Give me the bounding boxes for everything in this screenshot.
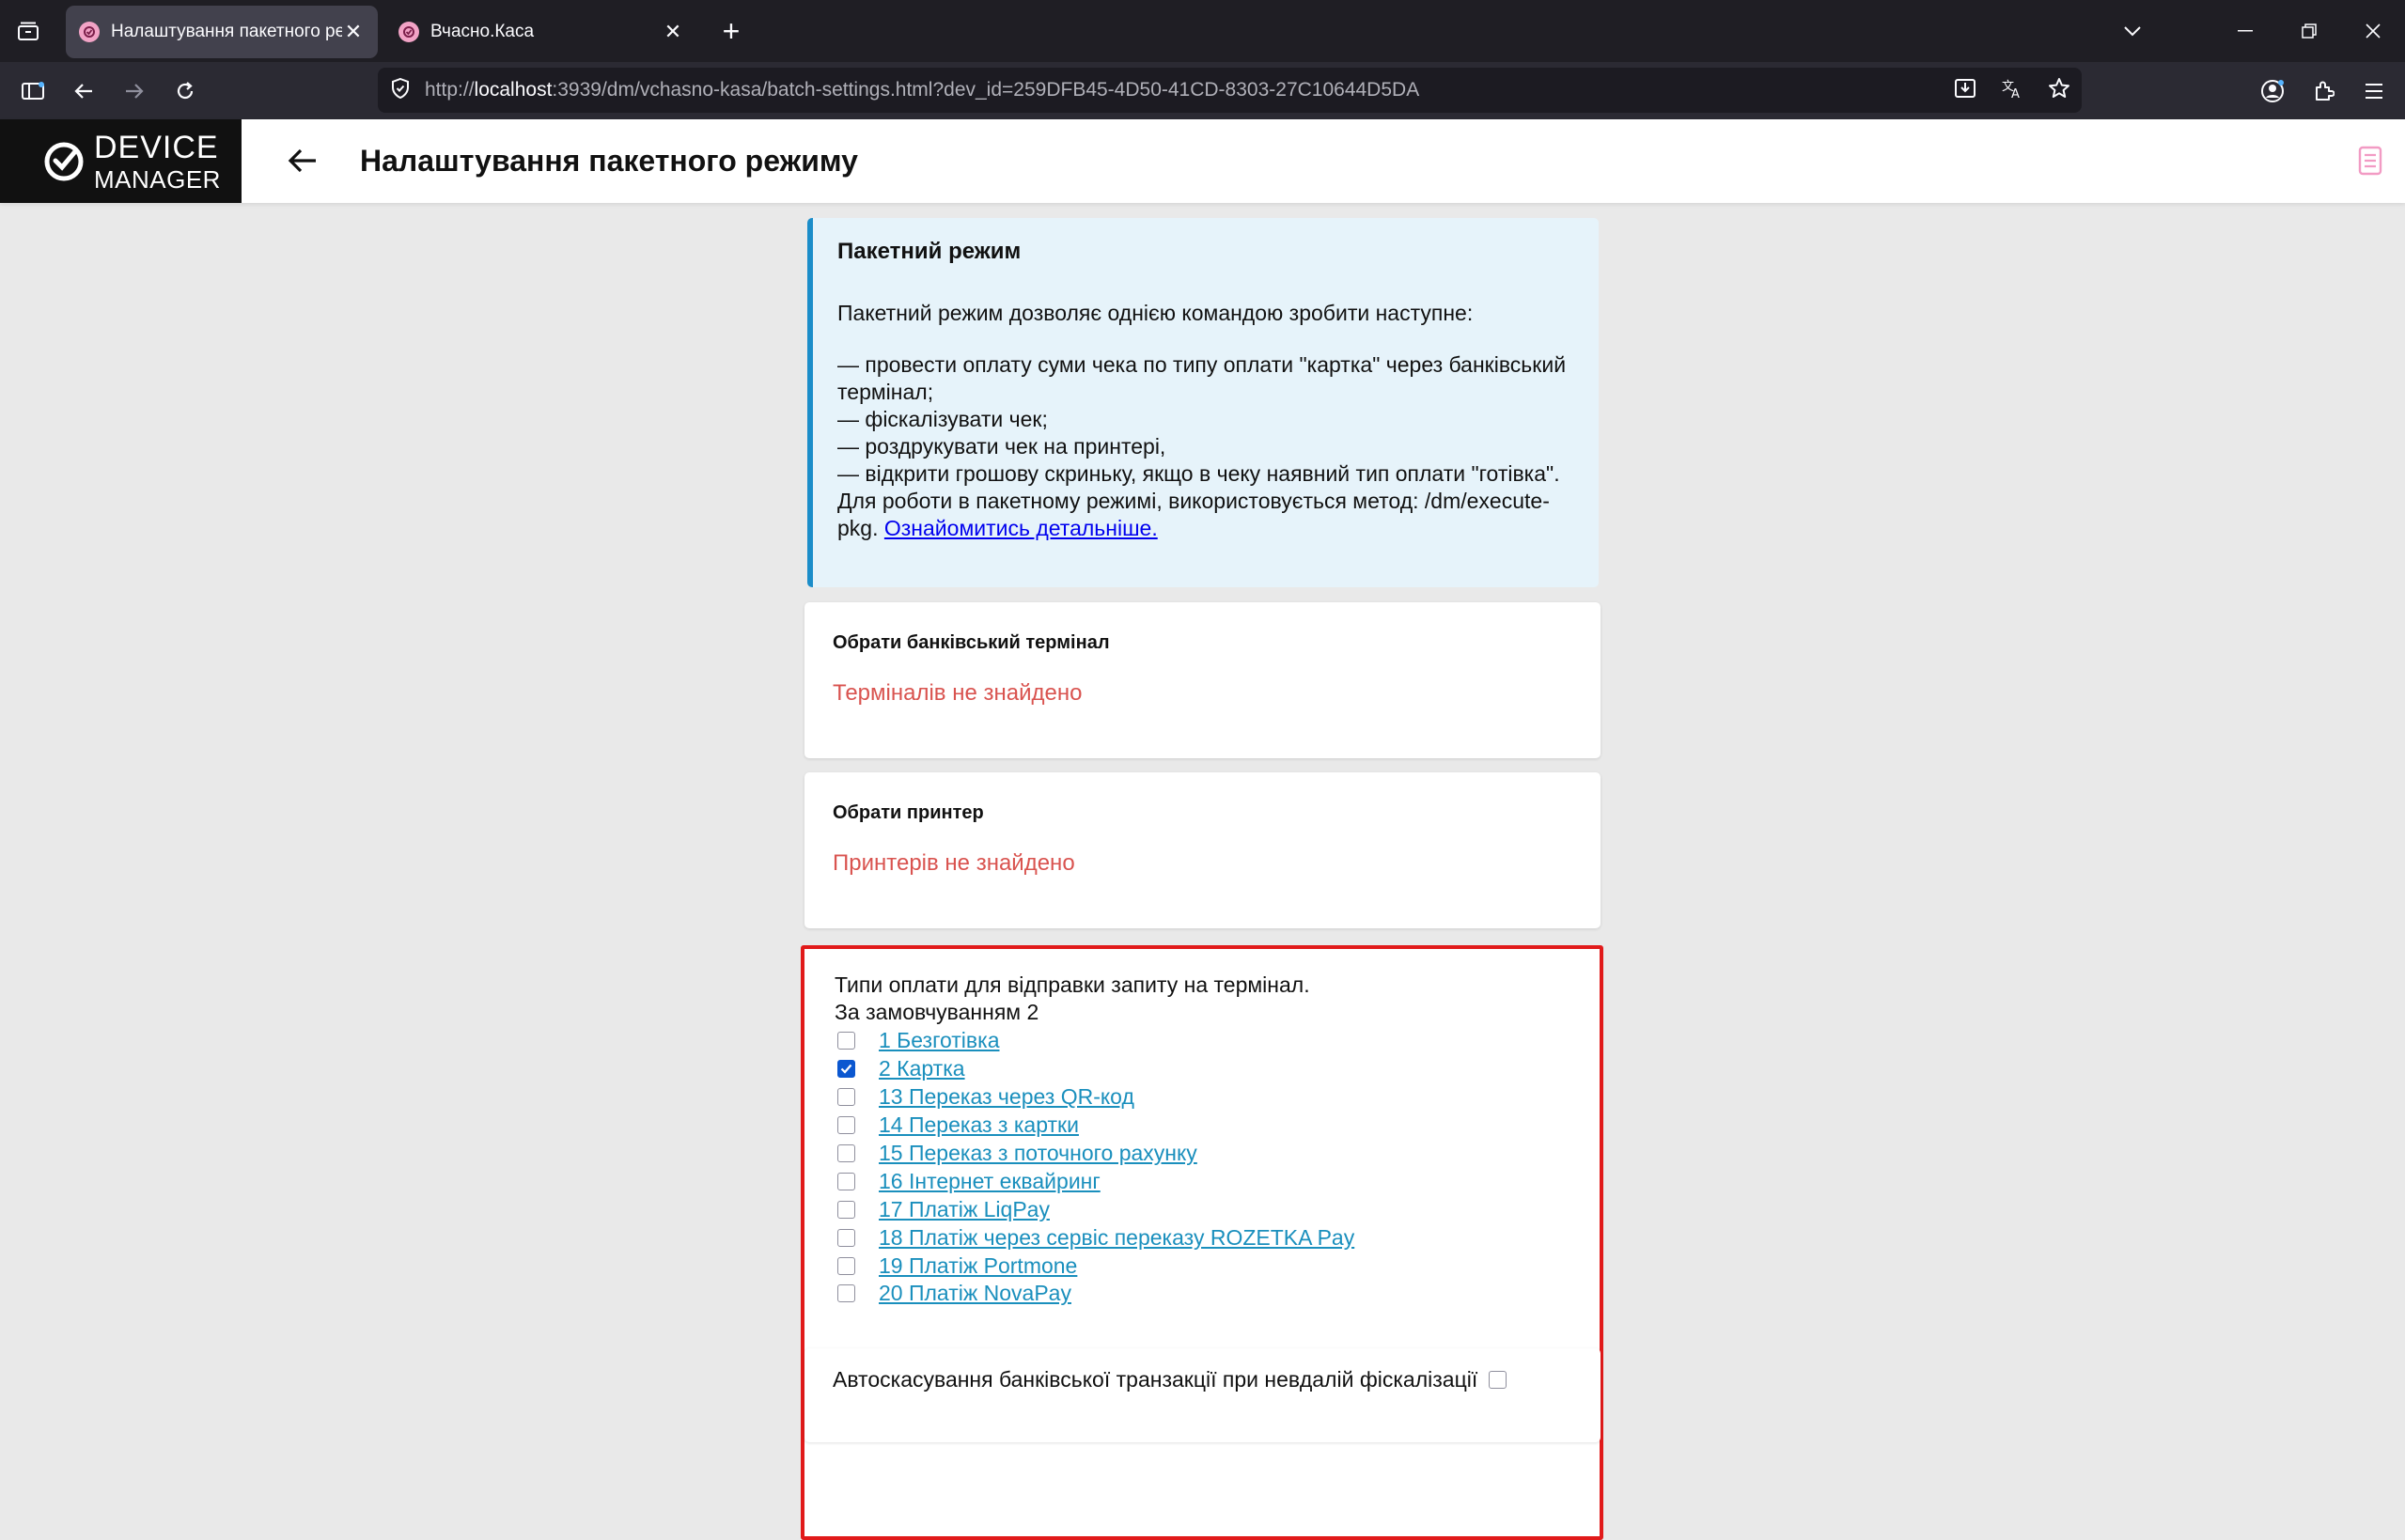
payment-type-checkbox[interactable] [837,1116,855,1135]
payment-type-checkbox[interactable] [837,1144,855,1162]
new-tab-icon[interactable]: + [703,14,759,49]
printer-select-title: Обрати принтер [833,802,984,823]
payment-type-link[interactable]: 16 Інтернет еквайринг [879,1169,1101,1194]
logo-line-1: DEVICE [94,129,219,165]
payment-type-link[interactable]: 15 Переказ з поточного рахунку [879,1141,1197,1166]
account-icon[interactable] [2247,66,2298,117]
printer-empty-message: Принтерів не знайдено [833,850,1075,876]
tab-list-icon[interactable] [0,0,56,62]
translate-icon[interactable]: 文A [2001,78,2023,103]
payment-type-checkbox[interactable] [837,1284,855,1303]
payment-types-card: Типи оплати для відправки запиту на терм… [801,945,1603,1540]
page-title: Налаштування пакетного режиму [360,144,858,178]
autocancel-label: Автоскасування банківської транзакції пр… [833,1366,1478,1392]
tab-close-icon[interactable]: ✕ [662,20,684,44]
browser-tab-bar: Налаштування пакетного режи ✕ Вчасно.Кас… [0,0,2405,62]
tab-close-icon[interactable]: ✕ [342,20,365,44]
back-arrow-icon[interactable] [282,140,323,181]
payment-type-link[interactable]: 14 Переказ з картки [879,1112,1079,1138]
payment-type-link[interactable]: 18 Платіж через сервіс переказу ROZETKA … [879,1225,1354,1251]
payment-type-checkbox-checked[interactable] [837,1060,855,1079]
payment-type-item: 16 Інтернет еквайринг [835,1167,1573,1195]
restore-icon[interactable] [2277,0,2341,62]
terminal-empty-message: Терміналів не знайдено [833,680,1083,706]
info-line: — фіскалізувати чек; [837,407,1048,431]
url-prefix: http:// [425,79,475,101]
payment-type-checkbox[interactable] [837,1200,855,1219]
payment-type-item: 17 Платіж LiqPay [835,1195,1573,1223]
payment-type-link[interactable]: 20 Платіж NovaPay [879,1281,1071,1306]
sidebar-toggle-icon[interactable] [8,66,58,117]
extensions-icon[interactable] [2298,66,2349,117]
chevron-down-icon[interactable] [2100,0,2164,62]
url-path: :3939/dm/vchasno-kasa/batch-settings.htm… [552,79,1420,101]
close-window-icon[interactable] [2341,0,2405,62]
menu-icon[interactable] [2349,66,2399,117]
browser-tab-vchasno-kasa[interactable]: Вчасно.Каса ✕ [385,6,697,58]
info-body: — провести оплату суми чека по типу опла… [837,351,1574,542]
browser-nav-bar: http://localhost:3939/dm/vchasno-kasa/ba… [0,62,2405,119]
info-line: — відкрити грошову скриньку, якщо в чеку… [837,461,1560,486]
payment-types-default-note: За замовчуванням 2 [835,1000,1039,1024]
forward-icon[interactable] [109,66,160,117]
payment-type-link[interactable]: 17 Платіж LiqPay [879,1197,1050,1222]
back-icon[interactable] [58,66,109,117]
url-bar[interactable]: http://localhost:3939/dm/vchasno-kasa/ba… [378,68,2082,113]
url-host: localhost [474,79,553,101]
payment-type-checkbox[interactable] [837,1088,855,1107]
app-header: DEVICE MANAGER Налаштування пакетного ре… [0,119,2405,203]
payment-types-list: 1 Безготівка 2 Картка 13 Переказ через Q… [835,1027,1573,1308]
payment-type-item: 20 Платіж NovaPay [835,1280,1573,1308]
tab-title: Вчасно.Каса [430,22,535,41]
svg-text:A: A [2011,87,2020,99]
url-text: http://localhost:3939/dm/vchasno-kasa/ba… [425,79,1419,101]
device-manager-logo[interactable]: DEVICE MANAGER [0,119,242,203]
terminal-select-title: Обрати банківський термінал [833,632,1110,653]
document-icon[interactable] [2358,146,2386,178]
vchasno-favicon-icon [79,22,100,42]
logo-check-icon [44,142,84,180]
reload-icon[interactable] [160,66,211,117]
payment-type-item: 2 Картка [835,1055,1573,1083]
info-title: Пакетний режим [837,239,1022,264]
vchasno-favicon-icon [398,22,419,42]
payment-type-item: 1 Безготівка [835,1027,1573,1055]
autocancel-card: Автоскасування банківської транзакції пр… [804,1348,1601,1442]
info-line: — роздрукувати чек на принтері, [837,434,1166,459]
save-page-icon[interactable] [1954,78,1976,103]
payment-type-checkbox[interactable] [837,1172,855,1190]
payment-type-link[interactable]: 2 Картка [879,1056,965,1081]
payment-type-link[interactable]: 13 Переказ через QR-код [879,1084,1134,1110]
info-line: Для роботи в пакетному режимі, використо… [837,488,1574,542]
tab-title: Налаштування пакетного режи [111,22,342,41]
payment-type-item: 14 Переказ з картки [835,1112,1573,1140]
payment-type-item: 19 Платіж Portmone [835,1252,1573,1280]
payment-type-checkbox[interactable] [837,1228,855,1247]
printer-select-card: Обрати принтер Принтерів не знайдено [804,772,1601,928]
payment-type-link[interactable]: 19 Платіж Portmone [879,1253,1077,1279]
terminal-select-card: Обрати банківський термінал Терміналів н… [804,602,1601,758]
payment-type-item: 18 Платіж через сервіс переказу ROZETKA … [835,1223,1573,1252]
autocancel-checkbox[interactable] [1489,1370,1507,1389]
payment-types-heading: Типи оплати для відправки запиту на терм… [835,972,1310,997]
info-intro: Пакетний режим дозволяє однією командою … [837,301,1474,325]
browser-tab-batch-settings[interactable]: Налаштування пакетного режи ✕ [66,6,378,58]
learn-more-link[interactable]: Ознайомитись детальніше. [884,516,1158,540]
logo-line-2: MANAGER [94,164,221,194]
info-line: — провести оплату суми чека по типу опла… [837,352,1567,404]
site-info-shield-icon[interactable] [391,77,410,103]
batch-mode-info-panel: Пакетний режим Пакетний режим дозволяє о… [807,218,1599,587]
bookmark-star-icon[interactable] [2048,77,2070,104]
payment-type-checkbox[interactable] [837,1032,855,1050]
payment-type-item: 15 Переказ з поточного рахунку [835,1140,1573,1168]
minimize-icon[interactable] [2213,0,2277,62]
payment-type-link[interactable]: 1 Безготівка [879,1028,1000,1053]
payment-type-checkbox[interactable] [837,1256,855,1275]
payment-type-item: 13 Переказ через QR-код [835,1083,1573,1112]
